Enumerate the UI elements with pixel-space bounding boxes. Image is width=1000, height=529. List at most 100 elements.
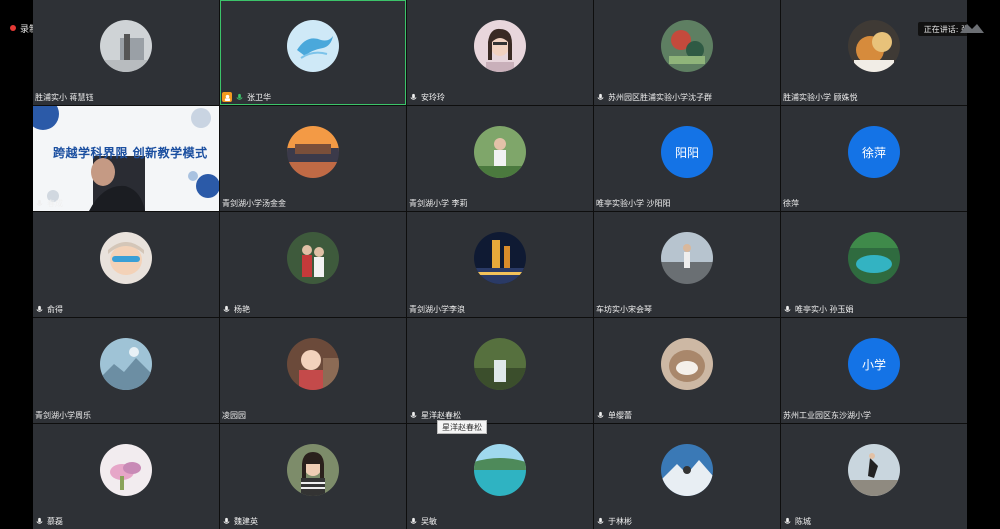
- participant-name: 星洋赵春松: [421, 410, 461, 420]
- participant-nameplate: 唯亭实小 孙玉娟: [783, 303, 854, 315]
- participant-nameplate: 胜浦实验小学 顾姝悦: [783, 91, 858, 103]
- microphone-icon: [223, 305, 230, 312]
- participant-tile[interactable]: 单缨蕾: [594, 318, 780, 423]
- participant-avatar: [848, 232, 900, 285]
- participant-tile[interactable]: 于林彬: [594, 424, 780, 529]
- participant-tile[interactable]: 小学 苏州工业园区东沙湖小学: [781, 318, 967, 423]
- participant-avatar: [287, 338, 339, 391]
- participant-name: 胜浦实小 蒋慧钰: [35, 92, 94, 102]
- participant-tile[interactable]: 青剑湖小学汤金金: [220, 106, 406, 211]
- participant-tile[interactable]: 苏州园区胜浦实验小学沈子群: [594, 0, 780, 105]
- participant-name: 苏州工业园区东沙湖小学: [783, 410, 871, 420]
- participant-avatar: [100, 20, 152, 73]
- window-controls[interactable]: [957, 18, 987, 38]
- participant-avatar-initials: 小学: [848, 338, 900, 391]
- layout-toggle-icon[interactable]: [958, 21, 986, 35]
- microphone-icon: [597, 93, 604, 100]
- participant-tile-active-speaker[interactable]: 张卫华: [220, 0, 406, 105]
- microphone-icon: [36, 517, 43, 524]
- participant-nameplate: 春成: [35, 197, 63, 209]
- video-grid: 胜浦实小 蒋慧钰 张卫华 安玲玲 苏州园区胜浦实验小学沈子群 胜浦实验小学 顾姝…: [33, 0, 967, 529]
- participant-name: 凌园园: [222, 410, 246, 420]
- participant-avatar: [661, 338, 713, 391]
- microphone-icon: [784, 517, 791, 524]
- participant-tile[interactable]: 魏建英: [220, 424, 406, 529]
- microphone-icon: [36, 305, 43, 312]
- participant-name: 车坊实小宋会琴: [596, 304, 652, 314]
- participant-avatar: [848, 20, 900, 73]
- participant-nameplate: 胜浦实小 蒋慧钰: [35, 91, 94, 103]
- participant-tile[interactable]: 慕磊: [33, 424, 219, 529]
- participant-nameplate: 青剑湖小学周乐: [35, 409, 91, 421]
- participant-tile[interactable]: 胜浦实验小学 顾姝悦 正在讲话: 张卫华: [781, 0, 967, 105]
- participant-name: 唯亭实验小学 沙阳阳: [596, 198, 671, 208]
- participant-avatar: [287, 232, 339, 285]
- participant-tile[interactable]: 徐萍 徐萍: [781, 106, 967, 211]
- microphone-icon: [784, 305, 791, 312]
- participant-name: 俞得: [47, 304, 63, 314]
- participant-name: 于林彬: [608, 516, 632, 526]
- participant-avatar: [100, 444, 152, 497]
- participant-tile[interactable]: 吴敏: [407, 424, 593, 529]
- participant-tile[interactable]: 青剑湖小学 李莉: [407, 106, 593, 211]
- name-tooltip: 星洋赵春松: [437, 420, 487, 434]
- participant-name: 吴敏: [421, 516, 437, 526]
- participant-tile[interactable]: 车坊实小宋会琴: [594, 212, 780, 317]
- participant-nameplate: 徐萍: [783, 197, 799, 209]
- participant-tile[interactable]: 阳阳 唯亭实验小学 沙阳阳: [594, 106, 780, 211]
- participant-avatar: [474, 444, 526, 497]
- microphone-icon: [410, 517, 417, 524]
- participant-nameplate: 单缨蕾: [596, 409, 632, 421]
- participant-nameplate: 凌园园: [222, 409, 246, 421]
- microphone-icon: [36, 199, 43, 206]
- participant-tile[interactable]: 青剑湖小学李浪: [407, 212, 593, 317]
- participant-avatar: [474, 338, 526, 391]
- participant-avatar: [100, 338, 152, 391]
- participant-tile[interactable]: 青剑湖小学周乐: [33, 318, 219, 423]
- participant-name: 唯亭实小 孙玉娟: [795, 304, 854, 314]
- participant-tile[interactable]: 凌园园: [220, 318, 406, 423]
- microphone-icon: [236, 93, 243, 100]
- host-icon: [222, 92, 232, 102]
- participant-name: 杨艳: [234, 304, 250, 314]
- slide-title: 跨越学科界限 创新教学模式: [53, 146, 208, 160]
- participant-tile[interactable]: 杨艳: [220, 212, 406, 317]
- participant-name: 张卫华: [247, 92, 271, 102]
- participant-avatar: [661, 232, 713, 285]
- participant-name: 陈城: [795, 516, 811, 526]
- participant-tile[interactable]: 唯亭实小 孙玉娟: [781, 212, 967, 317]
- participant-avatar: [474, 126, 526, 179]
- participant-name: 青剑湖小学李浪: [409, 304, 465, 314]
- participant-nameplate: 陈城: [783, 515, 811, 527]
- participant-nameplate: 青剑湖小学李浪: [409, 303, 465, 315]
- participant-name: 青剑湖小学周乐: [35, 410, 91, 420]
- participant-avatar-initials: 阳阳: [661, 126, 713, 179]
- participant-nameplate: 张卫华: [222, 91, 271, 103]
- participant-name: 魏建英: [234, 516, 258, 526]
- participant-tile-screen-video[interactable]: 跨越学科界限 创新教学模式 春成: [33, 106, 219, 211]
- participant-avatar: [287, 126, 339, 179]
- microphone-icon: [223, 517, 230, 524]
- participant-nameplate: 青剑湖小学 李莉: [409, 197, 468, 209]
- participant-tile[interactable]: 俞得: [33, 212, 219, 317]
- participant-avatar: [474, 232, 526, 285]
- participant-tile[interactable]: 胜浦实小 蒋慧钰: [33, 0, 219, 105]
- participant-nameplate: 安玲玲: [409, 91, 445, 103]
- microphone-icon: [410, 411, 417, 418]
- participant-nameplate: 杨艳: [222, 303, 250, 315]
- microphone-icon: [597, 411, 604, 418]
- participant-tile[interactable]: 安玲玲: [407, 0, 593, 105]
- participant-avatar: [474, 20, 526, 73]
- participant-name: 安玲玲: [421, 92, 445, 102]
- participant-nameplate: 青剑湖小学汤金金: [222, 197, 286, 209]
- record-dot-icon: [10, 25, 16, 31]
- participant-name: 苏州园区胜浦实验小学沈子群: [608, 92, 712, 102]
- microphone-icon: [410, 93, 417, 100]
- participant-avatar: [287, 20, 339, 73]
- microphone-icon: [597, 517, 604, 524]
- participant-nameplate: 唯亭实验小学 沙阳阳: [596, 197, 671, 209]
- participant-name: 春成: [47, 198, 63, 208]
- participant-tile[interactable]: 星洋赵春松: [407, 318, 593, 423]
- participant-tile[interactable]: 陈城: [781, 424, 967, 529]
- participant-avatar: [661, 20, 713, 73]
